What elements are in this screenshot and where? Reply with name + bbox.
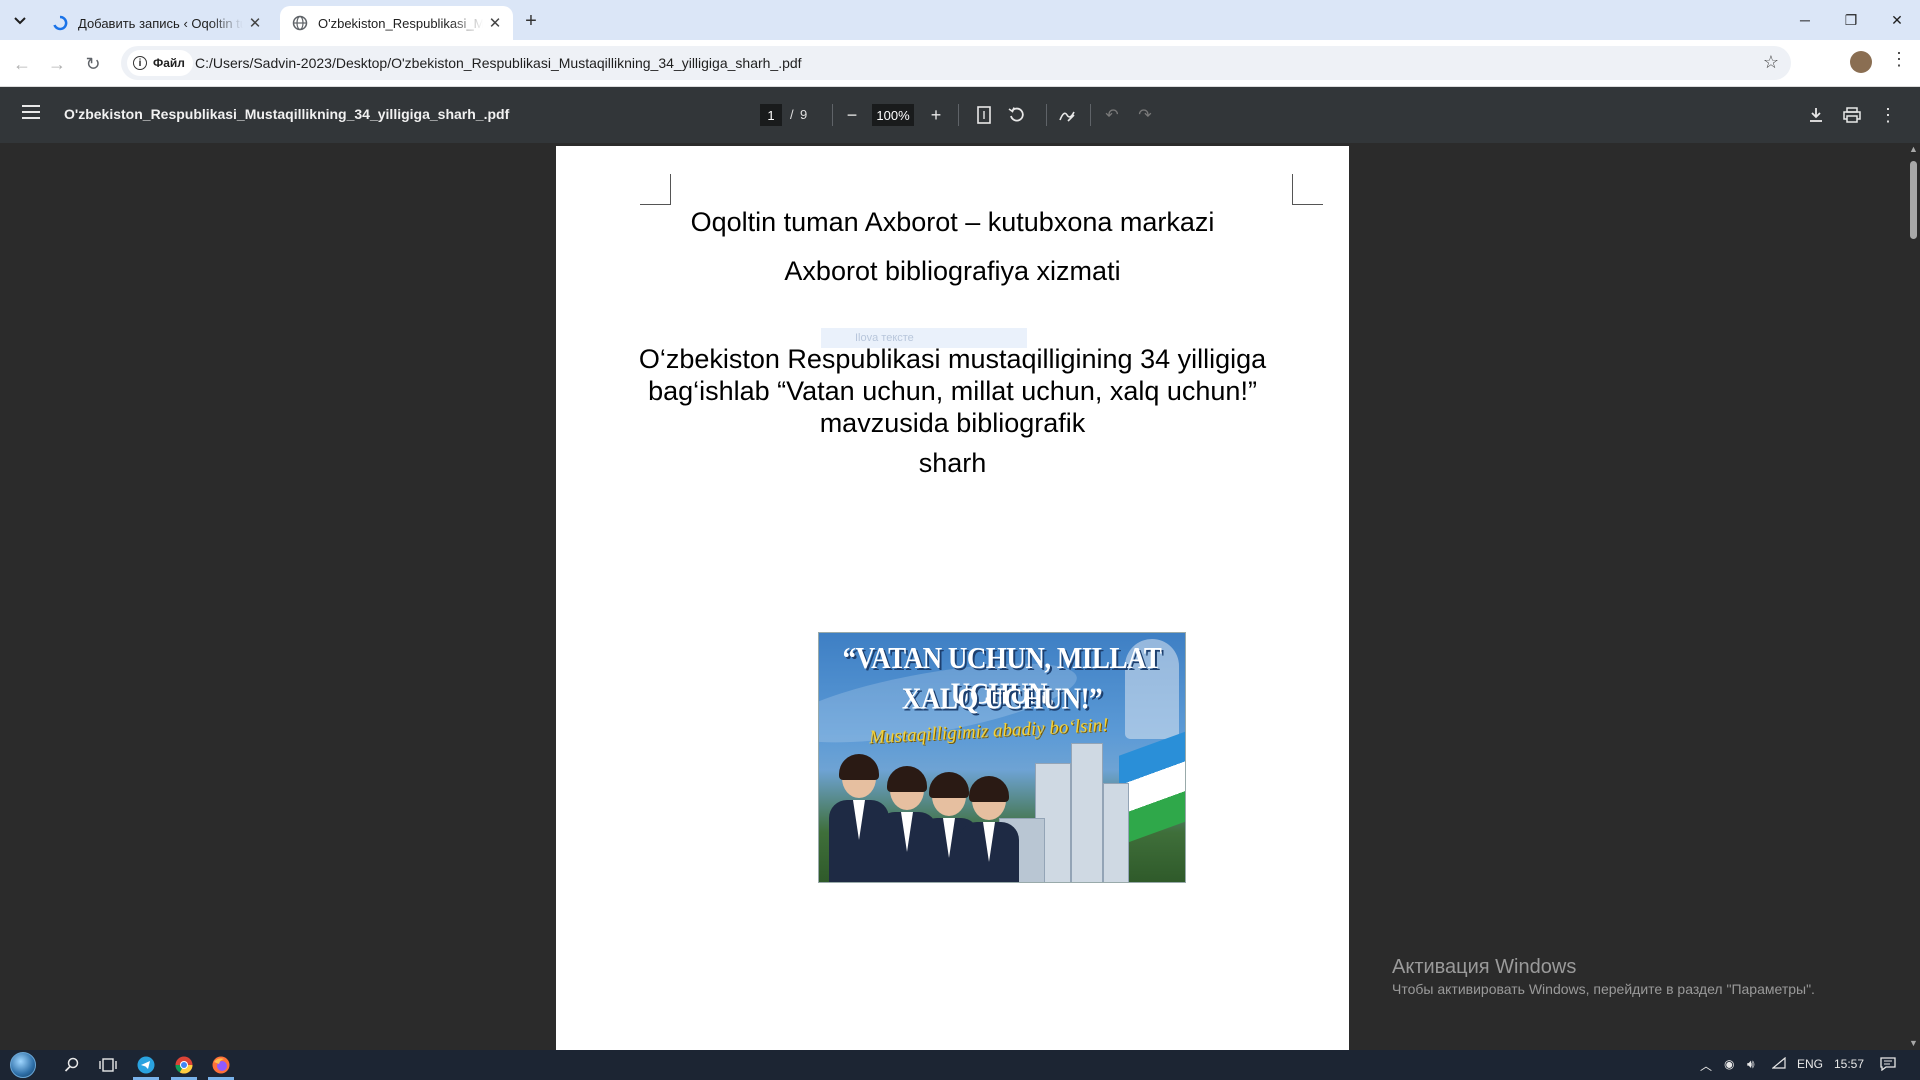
zoom-in-button[interactable]: + <box>924 103 948 127</box>
scroll-thumb[interactable] <box>1910 161 1917 239</box>
toolbar-divider <box>958 104 959 126</box>
browser-menu-icon[interactable]: ⋮ <box>1890 50 1908 68</box>
profile-avatar[interactable] <box>1850 51 1872 73</box>
vertical-scrollbar[interactable]: ▲ ▼ <box>1907 143 1920 1050</box>
print-button[interactable] <box>1840 103 1864 127</box>
annotate-button[interactable] <box>1055 103 1079 127</box>
close-window-button[interactable]: ✕ <box>1874 0 1920 40</box>
poster-slogan: XALQ UCHUN!” <box>901 680 1103 716</box>
service-name: Axborot bibliografiya xizmati <box>784 256 1121 286</box>
taskbar: ︿ ◉ 🔊︎ ENG 15:57 <box>0 1050 1920 1080</box>
download-icon <box>1810 108 1822 122</box>
rotate-button[interactable] <box>1005 103 1029 127</box>
info-icon: i <box>133 56 147 70</box>
tab-pdf[interactable]: O'zbekiston_Respublikasi_Mustaqillikning… <box>280 6 513 40</box>
tab-strip: Добавить запись ‹ Oqoltin tuman ✕ O'zbek… <box>0 0 1920 40</box>
crop-mark <box>1292 174 1323 205</box>
fit-page-icon <box>977 106 991 124</box>
pdf-page: Oqoltin tuman Axborot – kutubxona markaz… <box>556 146 1349 1050</box>
chrome-icon[interactable] <box>174 1055 194 1075</box>
tray-overflow-icon[interactable]: ︿ <box>1700 1057 1712 1074</box>
loading-spinner-icon <box>52 15 68 31</box>
page-total: 9 <box>800 107 808 122</box>
pdf-toolbar: O'zbekiston_Respublikasi_Mustaqillikning… <box>0 87 1920 143</box>
undo-button[interactable]: ↶ <box>1100 103 1124 127</box>
heading-line: O‘zbekiston Respublikasi mustaqilliginin… <box>638 344 1267 374</box>
restore-button[interactable]: ❐ <box>1828 0 1874 40</box>
tab-search-button[interactable] <box>7 8 33 34</box>
clock[interactable]: 15:57 <box>1834 1057 1864 1071</box>
activation-title: Активация Windows <box>1392 956 1577 978</box>
redo-button[interactable]: ↷ <box>1133 103 1157 127</box>
tab-title: Добавить запись ‹ Oqoltin tuman <box>78 15 243 31</box>
language-indicator[interactable]: ENG <box>1797 1057 1823 1071</box>
zoom-out-button[interactable]: − <box>840 103 864 127</box>
toolbar-divider <box>832 104 833 126</box>
toolbar-divider <box>1046 104 1047 126</box>
library-name: Oqoltin tuman Axborot – kutubxona markaz… <box>690 207 1215 237</box>
tab-wordpress[interactable]: Добавить запись ‹ Oqoltin tuman ✕ <box>40 6 273 40</box>
start-button[interactable] <box>10 1052 36 1078</box>
more-actions-icon[interactable]: ⋮ <box>1876 103 1900 127</box>
toolbar-divider <box>1090 104 1091 126</box>
crop-mark <box>640 174 671 205</box>
chevron-down-icon <box>14 17 26 25</box>
volume-icon[interactable]: 🔊︎ <box>1747 1057 1755 1072</box>
notifications-icon[interactable] <box>1880 1057 1896 1074</box>
url-text[interactable]: C:/Users/Sadvin-2023/Desktop/O'zbekiston… <box>195 55 802 71</box>
reload-button[interactable]: ↻ <box>79 50 107 78</box>
fit-page-button[interactable] <box>972 103 996 127</box>
rotate-icon <box>1008 107 1024 122</box>
heading-line: mavzusida bibliografik <box>819 408 1086 438</box>
page-number-input[interactable]: 1 <box>760 104 782 126</box>
new-tab-button[interactable]: + <box>518 8 544 34</box>
heading-line: sharh <box>918 448 987 478</box>
pdf-document-title: O'zbekiston_Respublikasi_Mustaqillikning… <box>64 106 510 122</box>
minimize-button[interactable]: ─ <box>1782 0 1828 40</box>
page-separator: / <box>790 107 794 122</box>
zoom-input[interactable]: 100% <box>872 104 914 126</box>
network-icon[interactable] <box>1771 1056 1786 1072</box>
back-button[interactable]: ← <box>8 50 36 78</box>
record-icon[interactable]: ◉ <box>1724 1057 1734 1071</box>
heading-line: bag‘ishlab “Vatan uchun, millat uchun, x… <box>648 376 1257 406</box>
print-icon <box>1843 107 1861 123</box>
close-icon[interactable]: ✕ <box>243 14 267 32</box>
site-info-chip[interactable]: i Файл <box>127 50 193 76</box>
hamburger-menu-icon[interactable] <box>22 105 40 123</box>
search-icon[interactable] <box>62 1055 82 1075</box>
task-view-icon[interactable] <box>98 1055 118 1075</box>
forward-button[interactable]: → <box>43 50 71 78</box>
telegram-icon[interactable] <box>136 1055 156 1075</box>
pen-annotate-icon <box>1059 111 1075 122</box>
forward-arrow-icon: → <box>48 53 66 74</box>
close-icon[interactable]: ✕ <box>483 14 507 32</box>
scroll-down-arrow-icon[interactable]: ▼ <box>1909 1039 1918 1048</box>
activation-subtitle: Чтобы активировать Windows, перейдите в … <box>1392 981 1815 997</box>
file-label: Файл <box>153 56 185 70</box>
reload-icon: ↻ <box>85 53 101 74</box>
windows-activation-watermark: Активация Windows Чтобы активировать Win… <box>1392 956 1815 997</box>
pdf-viewer-area[interactable]: Oqoltin tuman Axborot – kutubxona markaz… <box>0 143 1920 1050</box>
flag-shape <box>1119 730 1185 846</box>
back-arrow-icon: ← <box>13 53 31 74</box>
browser-toolbar: ← → ↻ i Файл C:/Users/Sadvin-2023/Deskto… <box>0 40 1920 87</box>
poster-image: “VATAN UCHUN, MILLAT UCHUN, XALQ UCHUN!”… <box>818 632 1186 883</box>
tab-title: O'zbekiston_Respublikasi_Mustaqillikning… <box>318 15 483 31</box>
download-button[interactable] <box>1804 103 1828 127</box>
globe-icon <box>292 15 308 31</box>
bookmark-star-icon[interactable]: ☆ <box>1763 52 1779 73</box>
firefox-icon[interactable] <box>211 1055 231 1075</box>
scroll-up-arrow-icon[interactable]: ▲ <box>1909 145 1918 154</box>
address-bar[interactable]: i Файл C:/Users/Sadvin-2023/Desktop/O'zb… <box>121 46 1791 80</box>
